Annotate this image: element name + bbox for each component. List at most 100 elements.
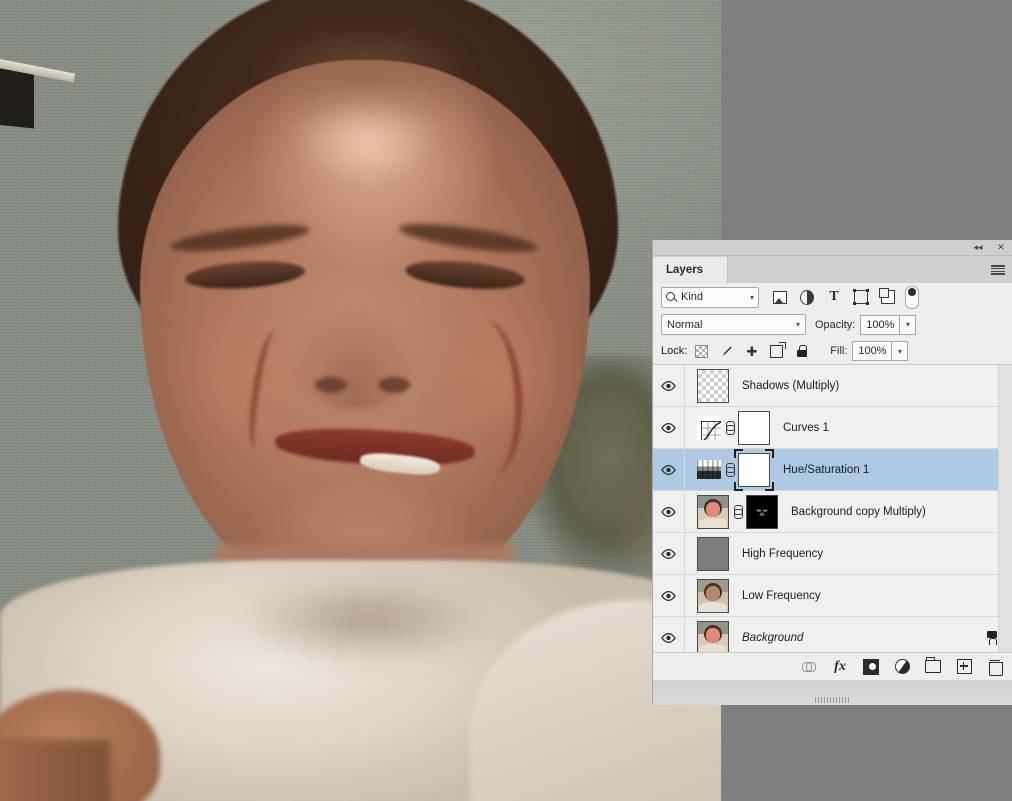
layer-name[interactable]: Low Frequency — [742, 590, 821, 602]
lock-image-pixels-icon[interactable] — [720, 345, 733, 358]
layer-thumbnail[interactable] — [697, 460, 721, 479]
tab-layers-label: Layers — [666, 264, 704, 276]
eye-icon — [661, 422, 676, 433]
layer-visibility-toggle[interactable] — [653, 491, 685, 532]
eye-icon — [661, 464, 676, 475]
layer-visibility-toggle[interactable] — [653, 575, 685, 616]
layer-thumbnails — [697, 494, 778, 529]
layer-name[interactable]: Background copy Multiply) — [791, 506, 926, 518]
delete-layer-button[interactable] — [987, 659, 1003, 676]
lock-position-icon[interactable]: ✚ — [745, 345, 758, 358]
layer-thumbnails — [697, 620, 729, 652]
new-layer-button[interactable] — [956, 659, 972, 675]
layer-visibility-toggle[interactable] — [653, 617, 685, 652]
layer-row[interactable]: Background — [653, 617, 1012, 652]
layer-mask-thumbnail[interactable] — [746, 494, 778, 529]
layer-thumbnail[interactable] — [697, 620, 729, 652]
new-group-button[interactable] — [925, 657, 941, 675]
layer-thumbnail[interactable] — [697, 415, 721, 440]
lock-transparent-pixels-icon[interactable] — [695, 344, 709, 358]
layer-row[interactable]: Curves 1 — [653, 407, 1012, 449]
lock-icons: ✚ — [695, 341, 808, 358]
opacity-label: Opacity: — [815, 318, 856, 331]
layer-thumbnail[interactable] — [697, 494, 729, 529]
layers-panel: ◂◂ ✕ Layers Kind ▾ T Normal ▾ Opacity: 1… — [652, 240, 1012, 705]
layer-visibility-toggle[interactable] — [653, 365, 685, 406]
layer-mask-link-icon[interactable] — [725, 420, 735, 435]
layer-style-button[interactable]: fx — [832, 659, 848, 675]
panel-titlebar: ◂◂ ✕ — [653, 240, 1012, 256]
photo-nose — [290, 300, 420, 410]
layer-row[interactable]: Shadows (Multiply) — [653, 365, 1012, 407]
chevron-down-icon: ▾ — [795, 320, 800, 329]
panel-tab-strip: Layers — [653, 256, 1012, 283]
layer-thumbnails — [697, 368, 729, 403]
layer-row[interactable]: Background copy Multiply) — [653, 491, 1012, 533]
layer-name[interactable]: High Frequency — [742, 548, 823, 560]
add-layer-mask-button[interactable] — [863, 658, 879, 675]
grip-icon — [815, 697, 851, 703]
link-layers-button[interactable] — [801, 659, 817, 675]
layer-thumbnail[interactable] — [697, 578, 729, 613]
photo-arm — [0, 740, 110, 801]
filter-enable-toggle[interactable] — [905, 285, 919, 309]
layer-name[interactable]: Background — [742, 632, 803, 644]
document-canvas[interactable] — [0, 0, 721, 801]
fill-stepper-chevron-icon[interactable]: ▾ — [892, 341, 909, 361]
mask-selected-bracket-icon — [765, 481, 774, 491]
eye-icon — [661, 590, 676, 601]
panel-resize-grip[interactable] — [653, 695, 1012, 705]
lock-all-icon[interactable] — [795, 345, 808, 358]
scrollbar-thumb[interactable] — [1001, 367, 1010, 527]
photo-forehead-highlight — [290, 95, 440, 185]
opacity-stepper-chevron-icon[interactable]: ▾ — [900, 314, 917, 335]
tab-layers[interactable]: Layers — [653, 257, 728, 283]
layer-list-scrollbar[interactable] — [998, 365, 1012, 652]
layers-panel-footer: fx — [653, 652, 1012, 680]
lock-artboard-nesting-icon[interactable] — [770, 341, 787, 358]
layer-name[interactable]: Curves 1 — [783, 422, 829, 434]
filter-shape-layers-icon[interactable] — [853, 289, 869, 305]
layer-filter-row: Kind ▾ T — [653, 283, 1012, 311]
blend-mode-select[interactable]: Normal ▾ — [661, 314, 806, 335]
layer-mask-thumbnail[interactable] — [734, 448, 774, 491]
layer-row[interactable]: High Frequency — [653, 533, 1012, 575]
layer-thumbnails — [697, 578, 729, 613]
eye-icon — [661, 632, 676, 643]
layer-name[interactable]: Shadows (Multiply) — [742, 380, 839, 392]
panel-menu-icon[interactable] — [991, 265, 1005, 275]
layer-name[interactable]: Hue/Saturation 1 — [783, 464, 869, 476]
layer-mask-thumbnail[interactable] — [738, 410, 770, 445]
mask-selected-bracket-icon — [734, 481, 743, 491]
layer-row[interactable]: Low Frequency — [653, 575, 1012, 617]
chevron-down-icon: ▾ — [749, 292, 754, 302]
photo-shirt-shadow — [230, 575, 500, 665]
layer-row[interactable]: Hue/Saturation 1 — [653, 448, 1012, 491]
blend-mode-value: Normal — [667, 318, 703, 331]
layer-visibility-toggle[interactable] — [653, 533, 685, 574]
layer-list[interactable]: Shadows (Multiply) Curves 1 Hue/Saturation… — [653, 365, 1012, 652]
layer-thumbnail[interactable] — [697, 536, 729, 571]
opacity-value[interactable]: 100% — [860, 314, 901, 335]
layer-thumbnails — [697, 448, 774, 491]
layer-mask-link-icon[interactable] — [725, 462, 735, 477]
layer-mask-link-icon[interactable] — [733, 504, 743, 519]
layer-visibility-toggle[interactable] — [653, 407, 685, 448]
filter-type-layers-icon[interactable]: T — [827, 290, 841, 304]
fill-value[interactable]: 100% — [852, 341, 893, 361]
mask-selected-bracket-icon — [765, 448, 774, 458]
filter-smart-object-layers-icon[interactable] — [879, 288, 895, 304]
layer-visibility-toggle[interactable] — [653, 449, 685, 490]
photo-nostril-left — [315, 377, 347, 393]
close-icon[interactable]: ✕ — [995, 242, 1007, 253]
filter-kind-select[interactable]: Kind ▾ — [661, 286, 759, 308]
new-adjustment-layer-button[interactable] — [894, 659, 910, 675]
lock-label: Lock: — [661, 345, 688, 357]
layer-thumbnails — [697, 410, 770, 445]
double-chevron-left-icon[interactable]: ◂◂ — [972, 242, 984, 253]
filter-adjustment-layers-icon[interactable] — [800, 289, 814, 305]
layer-thumbnail[interactable] — [697, 368, 729, 403]
lock-row: Lock: ✚ Fill: 100% ▾ — [653, 338, 1012, 365]
filter-pixel-layers-icon[interactable] — [773, 290, 787, 304]
mask-selected-bracket-icon — [734, 448, 743, 458]
